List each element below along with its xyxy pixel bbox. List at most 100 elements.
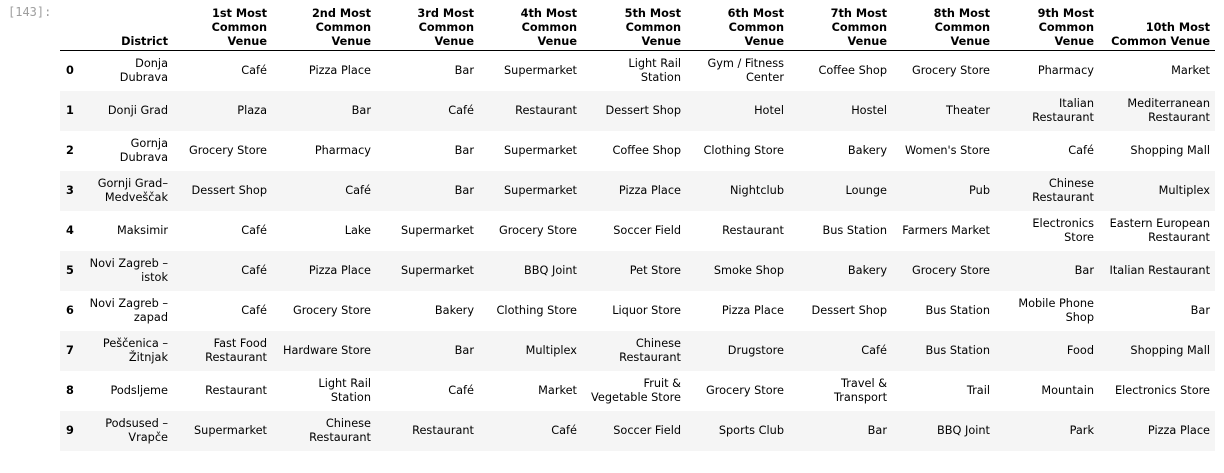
venue-1-cell: Café — [241, 223, 267, 237]
venue-7-cell: Hostel — [851, 103, 887, 117]
table-row: 6 Novi Zagreb – zapad Café Grocery Store Bak… — [60, 290, 1215, 331]
column-header-venue-5: 5th Most Common Venue — [582, 0, 686, 51]
venue-2-cell: Light Rail Station — [318, 376, 371, 404]
row-index: 7 — [66, 343, 74, 357]
table-row: 9 Podsused – Vrapče Supermarket Chinese Res… — [60, 410, 1215, 451]
venue-2-cell: Lake — [344, 223, 371, 237]
venue-3-cell: Café — [448, 103, 474, 117]
column-header-label: 8th Most Common Venue — [933, 7, 990, 48]
district-cell: Gornji Grad–Medveščak — [97, 176, 168, 204]
column-header-label: 1st Most Common Venue — [211, 7, 267, 48]
venue-3-cell: Supermarket — [401, 223, 474, 237]
venue-4-cell: Supermarket — [504, 183, 577, 197]
venue-9-cell: Café — [1068, 143, 1094, 157]
venue-7-cell: Coffee Shop — [818, 63, 888, 77]
column-header-venue-8: 8th Most Common Venue — [892, 0, 995, 51]
venue-6-cell: Hotel — [754, 103, 784, 117]
venue-2-cell: Café — [345, 183, 371, 197]
column-header-label: 2nd Most Common Venue — [311, 7, 371, 48]
column-header-venue-3: 3rd Most Common Venue — [376, 0, 479, 51]
venue-4-cell: Supermarket — [504, 63, 577, 77]
district-cell: Novi Zagreb – istok — [89, 256, 168, 284]
venue-4-cell: Restaurant — [515, 103, 577, 117]
table-row: 2 Gornja Dubrava Grocery Store Pharmacy Bar S… — [60, 130, 1215, 171]
venue-6-cell: Nightclub — [729, 183, 784, 197]
venue-10-cell: Bar — [1190, 303, 1210, 317]
column-header-venue-6: 6th Most Common Venue — [686, 0, 789, 51]
venue-10-cell: Mediterranean Restaurant — [1127, 96, 1210, 124]
venue-3-cell: Bakery — [434, 303, 474, 317]
venue-4-cell: Clothing Store — [496, 303, 577, 317]
venue-8-cell: Bus Station — [925, 343, 990, 357]
venue-1-cell: Café — [241, 263, 267, 277]
venue-6-cell: Sports Club — [718, 423, 784, 437]
venue-4-cell: Supermarket — [504, 143, 577, 157]
venue-2-cell: Pizza Place — [308, 63, 371, 77]
table-row: 1 Donji Grad Plaza Bar Café Restaurant Dessert… — [60, 90, 1215, 131]
venue-8-cell: Bus Station — [925, 303, 990, 317]
table-header-row: District 1st Most Common Venue 2nd Most … — [60, 0, 1215, 51]
venue-7-cell: Café — [861, 343, 887, 357]
row-index: 1 — [66, 103, 74, 117]
dataframe-table: District 1st Most Common Venue 2nd Most … — [60, 0, 1215, 451]
venue-8-cell: BBQ Joint — [937, 423, 990, 437]
venue-10-cell: Shopping Mall — [1130, 143, 1210, 157]
column-header-venue-2: 2nd Most Common Venue — [272, 0, 376, 51]
venue-2-cell: Grocery Store — [292, 303, 371, 317]
venue-5-cell: Soccer Field — [613, 223, 681, 237]
venue-10-cell: Shopping Mall — [1130, 343, 1210, 357]
venue-3-cell: Bar — [454, 343, 474, 357]
venue-9-cell: Park — [1069, 423, 1094, 437]
table-row: 5 Novi Zagreb – istok Café Pizza Place Super… — [60, 250, 1215, 291]
venue-7-cell: Travel & Transport — [833, 376, 887, 404]
venue-2-cell: Chinese Restaurant — [309, 416, 371, 444]
venue-2-cell: Bar — [351, 103, 371, 117]
venue-9-cell: Pharmacy — [1037, 63, 1094, 77]
venue-8-cell: Women's Store — [905, 143, 990, 157]
column-header-venue-1: 1st Most Common Venue — [173, 0, 272, 51]
venue-4-cell: Multiplex — [525, 343, 577, 357]
district-cell: Maksimir — [116, 223, 168, 237]
index-header — [60, 0, 82, 51]
column-header-label: 3rd Most Common Venue — [417, 7, 474, 48]
venue-5-cell: Dessert Shop — [605, 103, 681, 117]
venue-1-cell: Café — [241, 63, 267, 77]
venue-5-cell: Light Rail Station — [628, 56, 681, 84]
venue-9-cell: Bar — [1074, 263, 1094, 277]
venue-10-cell: Italian Restaurant — [1109, 263, 1210, 277]
row-index: 4 — [66, 223, 74, 237]
column-header-venue-7: 7th Most Common Venue — [789, 0, 892, 51]
venue-2-cell: Pharmacy — [314, 143, 371, 157]
venue-4-cell: Market — [538, 383, 577, 397]
venue-6-cell: Pizza Place — [721, 303, 784, 317]
column-header-venue-4: 4th Most Common Venue — [479, 0, 582, 51]
venue-3-cell: Supermarket — [401, 263, 474, 277]
table-row: 3 Gornji Grad–Medveščak Dessert Shop Café Ba… — [60, 170, 1215, 211]
venue-8-cell: Grocery Store — [911, 263, 990, 277]
venue-9-cell: Italian Restaurant — [1032, 96, 1094, 124]
venue-3-cell: Café — [448, 383, 474, 397]
venue-8-cell: Trail — [966, 383, 990, 397]
venue-6-cell: Clothing Store — [703, 143, 784, 157]
venue-1-cell: Restaurant — [205, 383, 267, 397]
table-body: 0 Donja Dubrava Café Pizza Place Bar Supermar… — [60, 50, 1215, 451]
column-header-label: 6th Most Common Venue — [727, 7, 784, 48]
venue-5-cell: Fruit & Vegetable Store — [591, 376, 681, 404]
venue-1-cell: Plaza — [237, 103, 267, 117]
venue-8-cell: Farmers Market — [902, 223, 990, 237]
column-header-venue-9: 9th Most Common Venue — [995, 0, 1099, 51]
table-row: 8 Podsljeme Restaurant Light Rail Station Ca… — [60, 370, 1215, 411]
venue-5-cell: Pizza Place — [618, 183, 681, 197]
venue-6-cell: Grocery Store — [705, 383, 784, 397]
district-cell: Podsused – Vrapče — [105, 416, 168, 444]
venue-7-cell: Dessert Shop — [811, 303, 887, 317]
venue-7-cell: Bakery — [847, 263, 887, 277]
venue-10-cell: Electronics Store — [1114, 383, 1210, 397]
venue-5-cell: Coffee Shop — [612, 143, 682, 157]
venue-3-cell: Bar — [454, 183, 474, 197]
venue-7-cell: Lounge — [845, 183, 887, 197]
row-index: 2 — [66, 143, 74, 157]
row-index: 0 — [66, 63, 74, 77]
district-cell: Donji Grad — [107, 103, 168, 117]
venue-9-cell: Mountain — [1041, 383, 1094, 397]
